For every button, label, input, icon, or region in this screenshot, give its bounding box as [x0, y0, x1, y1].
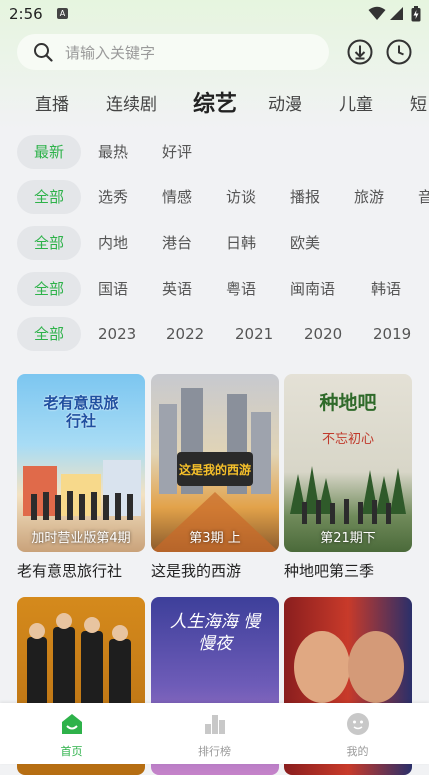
- search-icon: [34, 43, 53, 62]
- nav-profile-label: 我的: [346, 745, 369, 758]
- poster-episode-badge: 第21期下: [320, 531, 376, 546]
- poster-image: 这是我的西游 第3期 上: [151, 374, 279, 552]
- poster-art-subtitle: 不忘初心: [321, 432, 374, 447]
- tab-anime[interactable]: 动漫: [268, 90, 302, 115]
- language-filter-row: 全部 国语 英语 粤语 闽南语 韩语: [0, 272, 429, 308]
- filter-lang-cantonese[interactable]: 粤语: [226, 272, 256, 306]
- poster-episode-badge: 第3期 上: [189, 531, 241, 546]
- nav-ranking[interactable]: 排行榜: [143, 703, 286, 764]
- poster-art-title: 这是我的西游: [178, 463, 251, 477]
- filter-lang-all[interactable]: 全部: [17, 272, 81, 306]
- filter-region-jp-kr[interactable]: 日韩: [226, 226, 256, 260]
- filter-type-romance[interactable]: 情感: [162, 180, 192, 214]
- poster-art-title: 老有意思旅行社: [43, 394, 119, 430]
- download-icon[interactable]: [347, 39, 373, 65]
- notification-icon: A: [57, 8, 68, 19]
- home-icon: [62, 714, 82, 734]
- history-icon[interactable]: [386, 39, 412, 65]
- type-filter-row: 全部 选秀 情感 访谈 播报 旅游 音: [0, 180, 429, 216]
- filter-year-2019[interactable]: 2019: [373, 317, 411, 351]
- nav-home-label: 首页: [60, 745, 83, 758]
- poster-art-title: 人生海海 慢慢夜: [169, 612, 261, 654]
- tab-variety[interactable]: 综艺: [193, 86, 237, 118]
- nav-profile[interactable]: 我的: [286, 703, 429, 764]
- filter-year-2023[interactable]: 2023: [98, 317, 136, 351]
- channel-tabs: 直播 连续剧 综艺 动漫 儿童 短: [0, 82, 429, 120]
- poster-image: 种地吧 不忘初心 第21期下: [284, 374, 412, 552]
- filter-region-hk-tw[interactable]: 港台: [162, 226, 192, 260]
- tab-series[interactable]: 连续剧: [106, 90, 157, 115]
- filter-year-2021[interactable]: 2021: [235, 317, 273, 351]
- filter-region-all[interactable]: 全部: [17, 226, 81, 260]
- filter-type-talent[interactable]: 选秀: [98, 180, 128, 214]
- filter-type-interview[interactable]: 访谈: [226, 180, 256, 214]
- poster-title: 老有意思旅行社: [17, 562, 123, 580]
- filter-lang-minnan[interactable]: 闽南语: [290, 272, 335, 306]
- battery-icon: [411, 6, 421, 22]
- sort-filter-row: 最新 最热 好评: [0, 135, 429, 171]
- poster-title: 种地吧第三季: [284, 562, 375, 580]
- filter-type-travel[interactable]: 旅游: [354, 180, 384, 214]
- tab-live[interactable]: 直播: [35, 90, 69, 115]
- filter-year-all[interactable]: 全部: [17, 317, 81, 351]
- region-filter-row: 全部 内地 港台 日韩 欧美: [0, 226, 429, 262]
- filter-year-2020[interactable]: 2020: [304, 317, 342, 351]
- poster-image: 老有意思旅行社 加时营业版第4期: [17, 374, 145, 552]
- tab-kids[interactable]: 儿童: [339, 90, 373, 115]
- bottom-navigation: 首页 排行榜 我的: [0, 703, 429, 764]
- filter-region-mainland[interactable]: 内地: [98, 226, 128, 260]
- profile-icon: [347, 713, 369, 735]
- filter-lang-mandarin[interactable]: 国语: [98, 272, 128, 306]
- nav-home[interactable]: 首页: [0, 703, 143, 764]
- filter-type-all[interactable]: 全部: [17, 180, 81, 214]
- filter-sort-top-rated[interactable]: 好评: [162, 135, 192, 169]
- nav-ranking-label: 排行榜: [198, 745, 231, 758]
- search-box[interactable]: [17, 34, 329, 70]
- filter-sort-newest[interactable]: 最新: [17, 135, 81, 169]
- filter-type-music[interactable]: 音: [418, 180, 429, 214]
- search-input[interactable]: [63, 40, 317, 66]
- ranking-icon: [205, 715, 225, 734]
- filter-sort-hottest[interactable]: 最热: [98, 135, 128, 169]
- status-time: 2:56: [9, 5, 43, 23]
- poster-episode-badge: 加时营业版第4期: [31, 531, 131, 546]
- filter-lang-english[interactable]: 英语: [162, 272, 192, 306]
- signal-icon: [390, 7, 403, 20]
- filter-region-west[interactable]: 欧美: [290, 226, 320, 260]
- wifi-icon: [368, 6, 386, 20]
- poster-title: 这是我的西游: [151, 562, 242, 580]
- tab-short[interactable]: 短: [410, 90, 427, 115]
- filter-year-2022[interactable]: 2022: [166, 317, 204, 351]
- poster-art-title: 种地吧: [319, 392, 377, 414]
- filter-type-broadcast[interactable]: 播报: [290, 180, 320, 214]
- year-filter-row: 全部 2023 2022 2021 2020 2019: [0, 317, 429, 353]
- status-bar: 2:56 A: [0, 0, 429, 30]
- filter-lang-korean[interactable]: 韩语: [371, 272, 401, 306]
